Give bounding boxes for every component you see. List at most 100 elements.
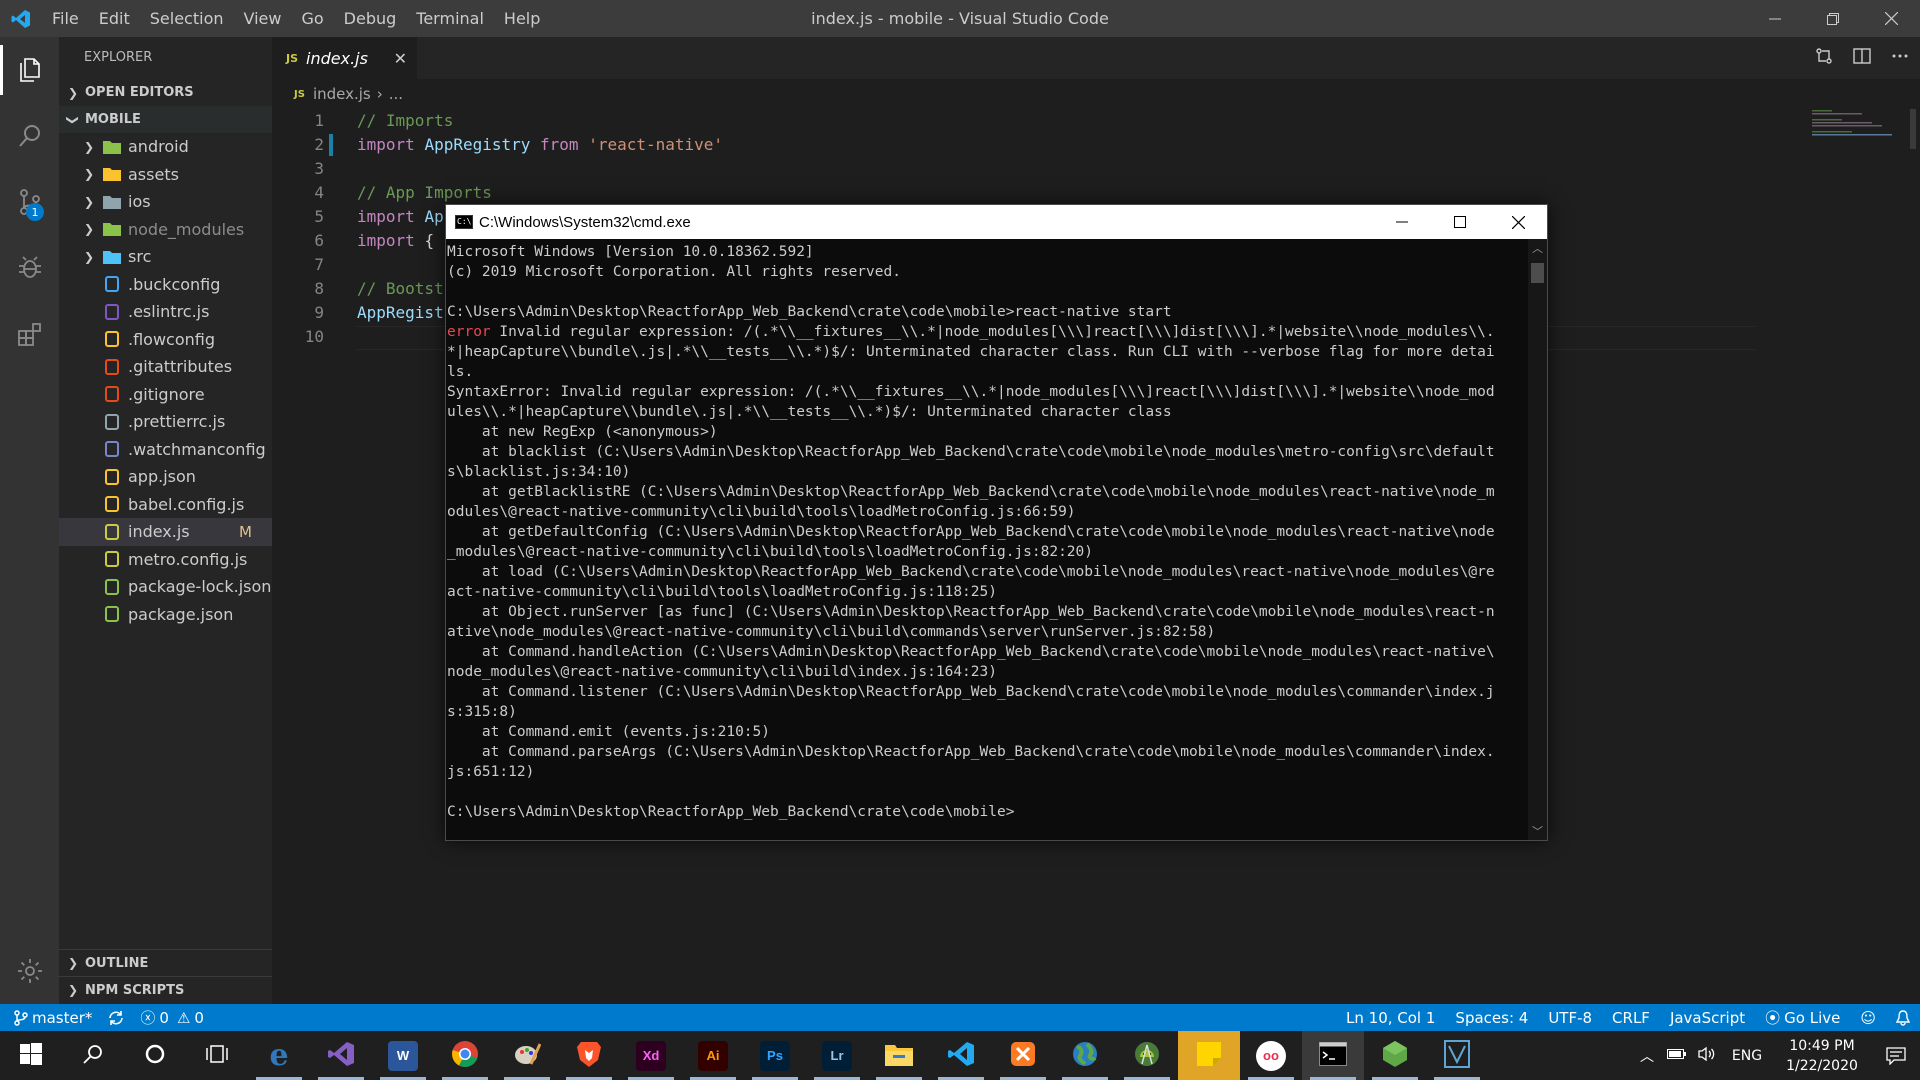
cursor-position[interactable]: Ln 10, Col 1 <box>1346 1009 1435 1027</box>
start-button[interactable] <box>0 1031 62 1080</box>
scroll-down-icon[interactable]: ﹀ <box>1528 822 1547 840</box>
tree-item-package-lock-json[interactable]: package-lock.json <box>59 573 272 601</box>
outline-section[interactable]: ❯ OUTLINE ❯ NPM SCRIPTS <box>59 949 272 1003</box>
tree-item-android[interactable]: ❯ android <box>59 133 272 161</box>
cmd-window[interactable]: C:\ C:\Windows\System32\cmd.exe Microsof… <box>445 204 1548 841</box>
flickr-app[interactable]: oo <box>1240 1031 1302 1080</box>
more-actions-icon[interactable] <box>1890 46 1910 70</box>
extensions-icon[interactable] <box>0 301 59 367</box>
line-ending[interactable]: CRLF <box>1612 1009 1650 1027</box>
paint-app[interactable] <box>496 1031 558 1080</box>
globe-app[interactable] <box>1054 1031 1116 1080</box>
sticky-notes-app[interactable] <box>1178 1031 1240 1080</box>
indentation[interactable]: Spaces: 4 <box>1455 1009 1528 1027</box>
breadcrumb-more[interactable]: ... <box>389 85 403 103</box>
scrollbar-thumb[interactable] <box>1910 109 1916 149</box>
open-editors-section[interactable]: ❯ OPEN EDITORS <box>59 79 272 106</box>
cmd-maximize-button[interactable] <box>1431 205 1489 239</box>
edge-app[interactable]: e <box>248 1031 310 1080</box>
tree-item-gitignore[interactable]: .gitignore <box>59 381 272 409</box>
vscode-app[interactable] <box>930 1031 992 1080</box>
scroll-up-icon[interactable]: ︿ <box>1528 239 1547 257</box>
settings-gear-icon[interactable] <box>0 938 59 1004</box>
close-window-button[interactable] <box>1862 0 1920 37</box>
menu-terminal[interactable]: Terminal <box>406 0 494 37</box>
encoding[interactable]: UTF-8 <box>1548 1009 1592 1027</box>
cortana-button[interactable] <box>124 1031 186 1080</box>
menu-go[interactable]: Go <box>291 0 333 37</box>
search-icon[interactable] <box>0 103 59 169</box>
tray-chevron-up-icon[interactable]: ︿ <box>1632 1046 1662 1066</box>
file-explorer-app[interactable] <box>868 1031 930 1080</box>
tree-item-ios[interactable]: ❯ ios <box>59 188 272 216</box>
language-mode[interactable]: JavaScript <box>1670 1009 1745 1027</box>
tree-item-buckconfig[interactable]: .buckconfig <box>59 271 272 299</box>
task-view-button[interactable] <box>186 1031 248 1080</box>
brave-app[interactable] <box>558 1031 620 1080</box>
outline-header[interactable]: ❯ OUTLINE <box>59 949 272 976</box>
tree-item-index-js[interactable]: index.js M <box>59 518 272 546</box>
menu-edit[interactable]: Edit <box>89 0 140 37</box>
word-app[interactable]: W <box>372 1031 434 1080</box>
breadcrumb-file[interactable]: index.js <box>313 85 371 103</box>
illustrator-app[interactable]: Ai <box>682 1031 744 1080</box>
mobile-folder-section[interactable]: ❯ MOBILE <box>59 106 272 133</box>
action-center-icon[interactable] <box>1872 1046 1920 1065</box>
debug-icon[interactable] <box>0 235 59 301</box>
minimize-button[interactable] <box>1746 0 1804 37</box>
visual-studio-app[interactable] <box>310 1031 372 1080</box>
cmd-app[interactable] <box>1302 1031 1364 1080</box>
restore-button[interactable] <box>1804 0 1862 37</box>
tree-item-metro-config-js[interactable]: metro.config.js <box>59 546 272 574</box>
cmd-output[interactable]: Microsoft Windows [Version 10.0.18362.59… <box>446 239 1529 840</box>
feedback-smiley-icon[interactable]: ☺ <box>1860 1009 1876 1027</box>
tree-item-flowconfig[interactable]: .flowconfig <box>59 326 272 354</box>
app-installer-app[interactable] <box>1426 1031 1488 1080</box>
cmd-minimize-button[interactable] <box>1373 205 1431 239</box>
cmd-scrollbar-thumb[interactable] <box>1531 263 1544 283</box>
split-editor-icon[interactable] <box>1852 46 1872 70</box>
problems-status[interactable]: ⓧ 0 ⚠ 0 <box>140 1007 204 1028</box>
input-language[interactable]: ENG <box>1722 1048 1772 1064</box>
editor-scrollbar[interactable] <box>1906 109 1920 1004</box>
source-control-icon[interactable]: 1 <box>0 169 59 235</box>
menu-view[interactable]: View <box>234 0 292 37</box>
lightroom-app[interactable]: Lr <box>806 1031 868 1080</box>
explorer-icon[interactable] <box>0 37 59 103</box>
close-icon[interactable]: ✕ <box>394 49 407 68</box>
xampp-app[interactable] <box>992 1031 1054 1080</box>
tree-item-eslintrc-js[interactable]: .eslintrc.js <box>59 298 272 326</box>
adobe-xd-app[interactable]: Xd <box>620 1031 682 1080</box>
node-app[interactable] <box>1364 1031 1426 1080</box>
cmd-scrollbar[interactable]: ︿ ﹀ <box>1528 239 1547 840</box>
open-changes-icon[interactable] <box>1814 46 1834 70</box>
minimap[interactable] <box>1810 109 1900 139</box>
menu-debug[interactable]: Debug <box>334 0 407 37</box>
tree-item-node-modules[interactable]: ❯ node_modules <box>59 216 272 244</box>
tab-index-js[interactable]: JS index.js ✕ <box>272 37 417 79</box>
branch-status[interactable]: master* <box>14 1009 92 1027</box>
notifications-bell-icon[interactable] <box>1896 1009 1910 1026</box>
menu-selection[interactable]: Selection <box>140 0 234 37</box>
tree-item-app-json[interactable]: app.json <box>59 463 272 491</box>
tree-item-src[interactable]: ❯ src <box>59 243 272 271</box>
go-live-button[interactable]: ⦿ Go Live <box>1765 1007 1840 1028</box>
tree-item-gitattributes[interactable]: .gitattributes <box>59 353 272 381</box>
npm-scripts-header[interactable]: ❯ NPM SCRIPTS <box>59 976 272 1003</box>
tree-item-prettierrc-js[interactable]: .prettierrc.js <box>59 408 272 436</box>
photoshop-app[interactable]: Ps <box>744 1031 806 1080</box>
chrome-app[interactable] <box>434 1031 496 1080</box>
tree-item-watchmanconfig[interactable]: .watchmanconfig <box>59 436 272 464</box>
cmd-title-bar[interactable]: C:\ C:\Windows\System32\cmd.exe <box>446 205 1547 239</box>
sync-icon[interactable] <box>108 1010 124 1026</box>
clock[interactable]: 10:49 PM 1/22/2020 <box>1772 1036 1872 1076</box>
menu-file[interactable]: File <box>42 0 89 37</box>
cmd-close-button[interactable] <box>1489 205 1547 239</box>
battery-icon[interactable] <box>1662 1048 1692 1064</box>
menu-help[interactable]: Help <box>494 0 550 37</box>
volume-icon[interactable] <box>1692 1046 1722 1066</box>
tree-item-babel-config-js[interactable]: babel.config.js <box>59 491 272 519</box>
tree-item-package-json[interactable]: package.json <box>59 601 272 629</box>
search-button[interactable] <box>62 1031 124 1080</box>
tree-item-assets[interactable]: ❯ assets <box>59 161 272 189</box>
